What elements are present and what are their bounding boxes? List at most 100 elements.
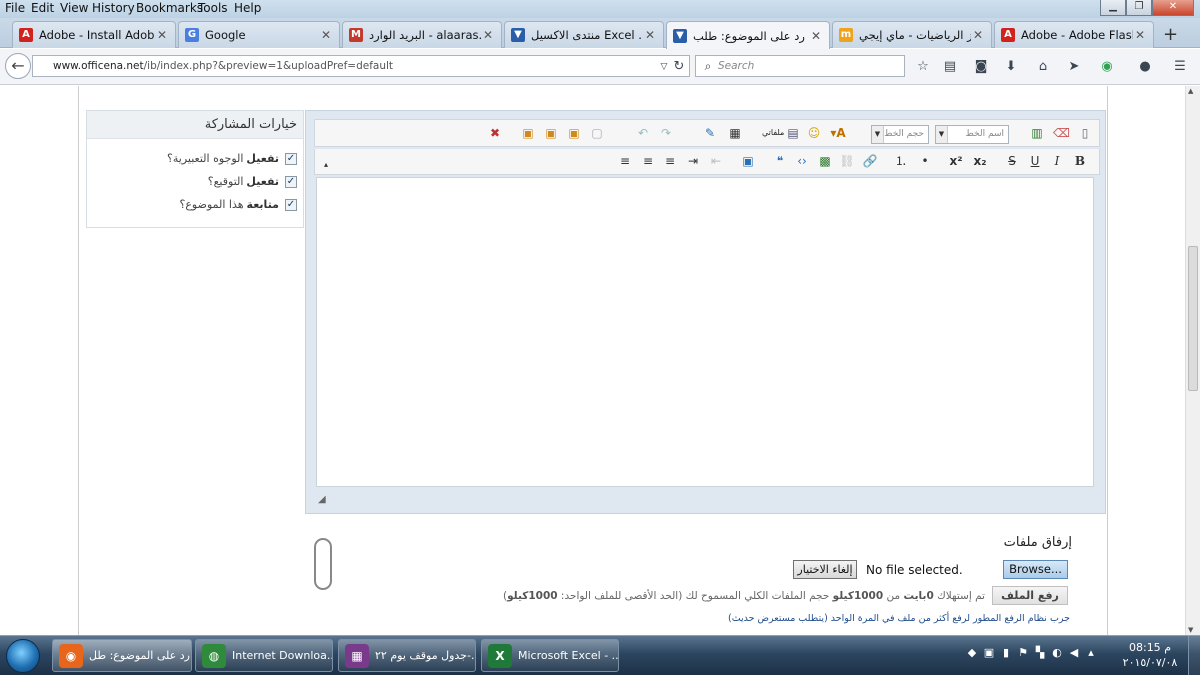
advanced-upload-link[interactable]: جرب نظام الرفع المطور لرفع أكثر من ملف ف… bbox=[700, 613, 1070, 624]
clock[interactable]: 08:15 م ٢٠١٥/٠٧/٠٨ bbox=[1120, 640, 1180, 670]
restore-button[interactable]: ❐ bbox=[1126, 0, 1152, 16]
tab-adobe-install[interactable]: A Adobe - Install Adobe ... ✕ bbox=[12, 21, 176, 48]
close-tab-icon[interactable]: ✕ bbox=[319, 28, 333, 42]
align-left-icon[interactable]: ≡ bbox=[662, 153, 678, 169]
task-winrar[interactable]: ▦ جدول موقف يوم ٢٢-... bbox=[338, 639, 476, 672]
undo-icon[interactable]: ↶ bbox=[635, 125, 651, 141]
network-icon[interactable]: ◆ bbox=[965, 646, 979, 660]
vertical-scrollbar[interactable]: ▲ ▼ bbox=[1185, 86, 1200, 635]
align-center-icon[interactable]: ≡ bbox=[640, 153, 656, 169]
close-tab-icon[interactable]: ✕ bbox=[643, 28, 657, 42]
volume-icon[interactable]: ◀ bbox=[1067, 646, 1081, 660]
browse-button[interactable]: Browse... bbox=[1003, 560, 1068, 579]
align-right-icon[interactable]: ≡ bbox=[617, 153, 633, 169]
paste-icon[interactable]: ▣ bbox=[566, 125, 582, 141]
back-button[interactable]: ← bbox=[5, 53, 31, 79]
option-follow-topic[interactable]: ✓ متابعة هذا الموضوع؟ bbox=[180, 198, 297, 211]
outdent-icon[interactable]: ⇤ bbox=[708, 153, 724, 169]
follow-topic-checkbox[interactable]: ✓ bbox=[285, 198, 297, 211]
search-input[interactable]: Search bbox=[695, 55, 905, 77]
signature-checkbox[interactable]: ✓ bbox=[285, 175, 297, 188]
subscript-icon[interactable]: x₂ bbox=[972, 153, 988, 169]
my-files-button[interactable]: ملفاتي bbox=[762, 128, 784, 137]
pocket-icon[interactable]: ◙ bbox=[973, 59, 989, 75]
source-icon[interactable]: ▯ bbox=[1077, 125, 1093, 141]
option-signature[interactable]: ✓ تفعيل التوقيع؟ bbox=[208, 175, 297, 188]
upload-file-button[interactable]: رفع الملف bbox=[992, 586, 1068, 605]
strikethrough-icon[interactable]: S bbox=[1004, 153, 1020, 169]
show-desktop-button[interactable] bbox=[1188, 636, 1200, 675]
italic-icon[interactable]: I bbox=[1049, 153, 1065, 169]
remove-format-icon[interactable]: ✖ bbox=[487, 125, 503, 141]
address-bar[interactable]: www.officena.net/ib/index.php?&preview=1… bbox=[32, 55, 690, 77]
scrollbar-thumb[interactable] bbox=[1188, 246, 1198, 391]
close-tab-icon[interactable]: ✕ bbox=[481, 28, 495, 42]
reload-icon[interactable]: ↻ bbox=[671, 59, 687, 75]
collapse-toolbar-icon[interactable]: ▴ bbox=[318, 157, 334, 173]
menu-file[interactable]: File bbox=[5, 1, 25, 15]
menu-history[interactable]: History bbox=[92, 1, 135, 15]
quote-icon[interactable]: ❝ bbox=[772, 153, 788, 169]
menu-help[interactable]: Help bbox=[234, 1, 261, 15]
paste-text-icon[interactable]: ▣ bbox=[543, 125, 559, 141]
home-icon[interactable]: ⌂ bbox=[1035, 59, 1051, 75]
link-icon[interactable]: 🔗 bbox=[862, 153, 878, 169]
unlink-icon[interactable]: ⛓ bbox=[839, 153, 855, 169]
cancel-selection-button[interactable]: إلغاء الاختيار bbox=[793, 560, 857, 579]
close-tab-icon[interactable]: ✕ bbox=[1133, 28, 1147, 42]
font-name-select[interactable]: ▼ اسم الخط bbox=[935, 125, 1009, 144]
emoticon-icon[interactable]: ☺ bbox=[806, 125, 822, 141]
close-window-button[interactable]: ✕ bbox=[1152, 0, 1194, 16]
download-icon[interactable]: ⬇ bbox=[1003, 59, 1019, 75]
tab-gmail[interactable]: M البريد الوارد - alaaras... ✕ bbox=[342, 21, 502, 48]
scroll-down-icon[interactable]: ▼ bbox=[1188, 626, 1193, 634]
chat-icon[interactable]: ● bbox=[1137, 59, 1153, 75]
bullet-list-icon[interactable]: • bbox=[917, 153, 933, 169]
close-tab-icon[interactable]: ✕ bbox=[809, 29, 823, 43]
redo-icon[interactable]: ↷ bbox=[658, 125, 674, 141]
editor-text-area[interactable] bbox=[316, 177, 1094, 487]
arrow-up-icon[interactable]: ▴ bbox=[1084, 646, 1098, 660]
underline-icon[interactable]: U bbox=[1027, 153, 1043, 169]
tab-reply-topic[interactable]: ▼ رد على الموضوع: طلب ... ✕ bbox=[666, 21, 830, 49]
bold-icon[interactable]: B bbox=[1072, 153, 1088, 169]
option-emoticons[interactable]: ✓ تفعيل الوجوه التعبيرية؟ bbox=[167, 152, 297, 165]
tab-officena-excel[interactable]: ▼ منتدى الاكسيل Excel ... ✕ bbox=[504, 21, 664, 48]
image-icon[interactable]: ▣ bbox=[740, 153, 756, 169]
font-color-icon[interactable]: ▾A bbox=[825, 125, 851, 141]
emoticons-checkbox[interactable]: ✓ bbox=[285, 152, 297, 165]
eraser-icon[interactable]: ⌫ bbox=[1053, 125, 1070, 141]
reading-list-icon[interactable]: ▤ bbox=[942, 59, 958, 75]
paste-word-icon[interactable]: ▣ bbox=[520, 125, 536, 141]
share-icon[interactable]: ➤ bbox=[1066, 59, 1082, 75]
flag-icon[interactable]: ⚑ bbox=[1016, 646, 1030, 660]
indent-icon[interactable]: ⇥ bbox=[685, 153, 701, 169]
special-char-icon[interactable]: ▦ bbox=[727, 125, 743, 141]
dropdown-icon[interactable]: ▽ bbox=[656, 59, 672, 75]
table-icon[interactable]: ▥ bbox=[1029, 125, 1045, 141]
menu-edit[interactable]: Edit bbox=[31, 1, 54, 15]
files-icon[interactable]: ▤ bbox=[785, 125, 801, 141]
close-tab-icon[interactable]: ✕ bbox=[155, 28, 169, 42]
avast-icon[interactable]: ◐ bbox=[1050, 646, 1064, 660]
tab-myegy[interactable]: m ألغاز الرياضيات - ماي إيجي ✕ bbox=[832, 21, 992, 48]
menu-tools[interactable]: Tools bbox=[198, 1, 228, 15]
monitor-icon[interactable]: ▣ bbox=[982, 646, 996, 660]
task-excel[interactable]: X Microsoft Excel - ... bbox=[481, 639, 619, 672]
start-button[interactable] bbox=[6, 639, 40, 673]
spellcheck-icon[interactable]: ✎ bbox=[702, 125, 718, 141]
font-size-select[interactable]: ▼ حجم الخط bbox=[871, 125, 929, 144]
resize-handle-icon[interactable]: ◢ bbox=[318, 494, 326, 505]
wifi-icon[interactable]: ▚ bbox=[1033, 646, 1047, 660]
media-icon[interactable]: ▩ bbox=[817, 153, 833, 169]
copy-icon[interactable]: ▢ bbox=[589, 125, 605, 141]
scroll-up-icon[interactable]: ▲ bbox=[1188, 87, 1193, 95]
tab-google[interactable]: G Google ✕ bbox=[178, 21, 340, 48]
minimize-button[interactable]: ▁ bbox=[1100, 0, 1126, 16]
code-icon[interactable]: ‹› bbox=[794, 153, 810, 169]
task-firefox[interactable]: ◉ رد على الموضوع: طل... bbox=[52, 639, 192, 672]
tab-adobe-flash[interactable]: A Adobe - Adobe Flash ... ✕ bbox=[994, 21, 1154, 48]
menu-view[interactable]: View bbox=[60, 1, 88, 15]
task-idm[interactable]: ◍ Internet Downloa... bbox=[195, 639, 333, 672]
hamburger-menu-icon[interactable]: ☰ bbox=[1172, 59, 1188, 75]
